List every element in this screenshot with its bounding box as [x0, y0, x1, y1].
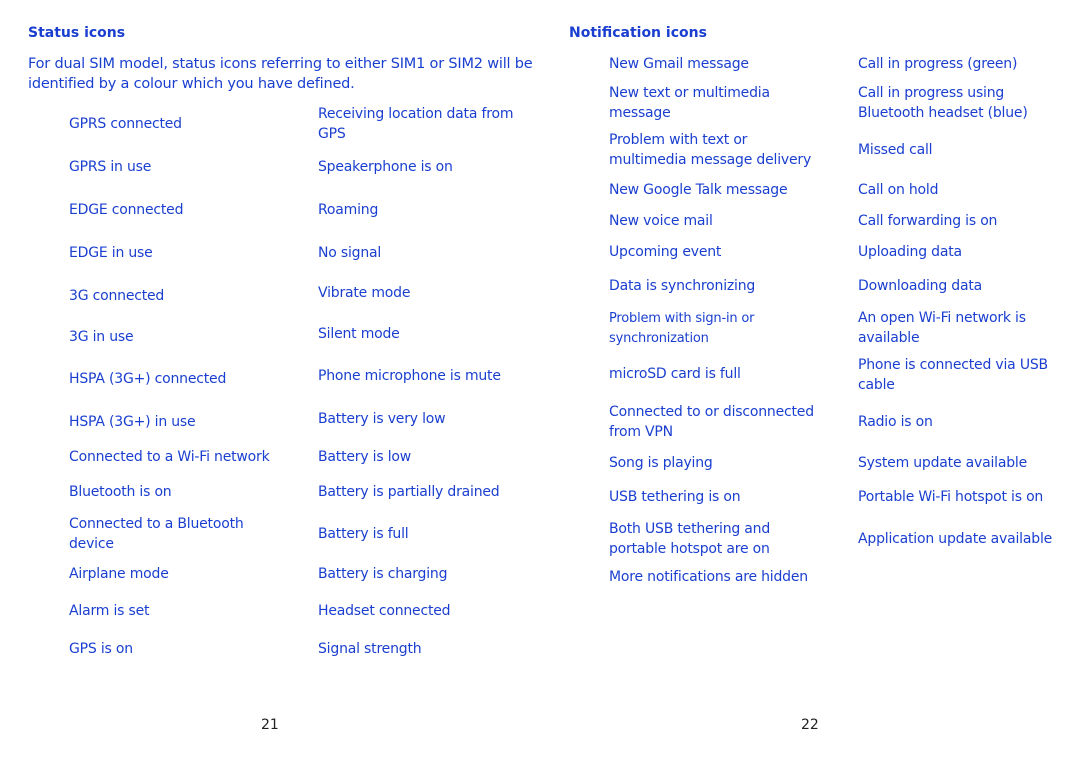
page-number: 21 [261, 717, 279, 733]
icon-description: Signal strength [318, 641, 422, 657]
icon-description: 3G connected [69, 288, 165, 304]
icon-description: Radio is on [858, 414, 933, 430]
icon-description: Battery is partially drained [318, 484, 500, 500]
icon-description: Airplane mode [69, 566, 169, 582]
icon-description: No signal [318, 245, 382, 261]
section-heading-status-icons: Status icons [28, 25, 126, 41]
icon-description: More notifications are hidden [609, 569, 808, 585]
icon-description: Uploading data [858, 244, 962, 260]
icon-description: Vibrate mode [318, 285, 411, 301]
icon-description: Application update available [858, 531, 1053, 547]
icon-description: HSPA (3G+) in use [69, 414, 196, 430]
icon-description: Problem with sign-in or synchronization [609, 311, 755, 346]
icon-description: Call in progress (green) [858, 56, 1018, 72]
icon-description: Phone microphone is mute [318, 368, 501, 384]
icon-description: Problem with text or multimedia message … [609, 132, 812, 168]
icon-description: Downloading data [858, 278, 983, 294]
icon-description: GPRS connected [69, 116, 182, 132]
icon-description: Missed call [858, 142, 933, 158]
page-number: 22 [801, 717, 819, 733]
icon-description: System update available [858, 455, 1028, 471]
icon-description: Speakerphone is on [318, 159, 453, 175]
icon-description: GPRS in use [69, 159, 152, 175]
icon-description: USB tethering is on [609, 489, 741, 505]
icon-description: Battery is low [318, 449, 412, 465]
icon-description: Connected to or disconnected from VPN [609, 404, 814, 440]
icon-description: New Gmail message [609, 56, 749, 72]
icon-description: New text or multimedia message [609, 85, 770, 121]
icon-description: Receiving location data from GPS [318, 106, 514, 142]
icon-description: New Google Talk message [609, 182, 788, 198]
icon-description: microSD card is full [609, 366, 741, 382]
icon-description: Bluetooth is on [69, 484, 172, 500]
icon-description: Battery is very low [318, 411, 446, 427]
icon-description: Headset connected [318, 603, 451, 619]
icon-description: 3G in use [69, 329, 134, 345]
icon-description: Both USB tethering and portable hotspot … [609, 521, 771, 557]
intro-paragraph: For dual SIM model, status icons referri… [28, 56, 533, 92]
icon-description: Battery is full [318, 526, 409, 542]
icon-description: Connected to a Wi-Fi network [69, 449, 270, 465]
icon-description: Call forwarding is on [858, 213, 998, 229]
icon-description: Data is synchronizing [609, 278, 756, 294]
icon-description: Roaming [318, 202, 379, 218]
icon-description: GPS is on [69, 641, 133, 657]
icon-description: Battery is charging [318, 566, 448, 582]
icon-description: Portable Wi-Fi hotspot is on [858, 489, 1044, 505]
section-heading-notification-icons: Notification icons [569, 25, 707, 41]
icon-description: Alarm is set [69, 603, 150, 619]
icon-description: An open Wi-Fi network is available [858, 310, 1026, 346]
icon-description: EDGE connected [69, 202, 184, 218]
icon-description: Upcoming event [609, 244, 722, 260]
icon-description: New voice mail [609, 213, 713, 229]
icon-description: Call on hold [858, 182, 939, 198]
icon-description: Connected to a Bluetooth device [69, 516, 244, 552]
icon-description: Silent mode [318, 326, 400, 342]
icon-description: Call in progress using Bluetooth headset… [858, 85, 1028, 121]
icon-description: HSPA (3G+) connected [69, 371, 227, 387]
icon-description: Song is playing [609, 455, 713, 471]
icon-description: EDGE in use [69, 245, 153, 261]
icon-description: Phone is connected via USB cable [858, 357, 1048, 393]
